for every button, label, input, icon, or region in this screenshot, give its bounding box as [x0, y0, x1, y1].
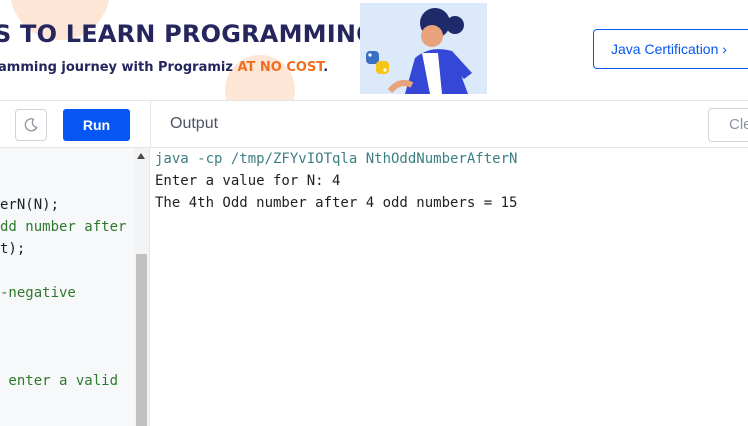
moon-icon	[24, 118, 38, 132]
panel-divider[interactable]	[150, 101, 151, 148]
output-title: Output	[170, 115, 219, 132]
code-line[interactable]: t);	[0, 238, 25, 260]
banner-subtitle: amming journey with Programiz AT NO COST…	[0, 60, 328, 75]
banner-subtitle-end: .	[323, 60, 329, 75]
run-button[interactable]: Run	[63, 109, 130, 141]
java-certification-button[interactable]: Java Certification ›	[593, 29, 748, 69]
ad-banner[interactable]: S TO LEARN PROGRAMMING? amming journey w…	[0, 0, 748, 100]
scroll-up-arrow-icon[interactable]	[137, 153, 145, 159]
code-line[interactable]: dd number after	[0, 216, 126, 238]
programmer-illustration	[360, 3, 487, 94]
clear-button[interactable]: Cle	[708, 108, 748, 142]
theme-toggle-button[interactable]	[15, 109, 47, 141]
banner-illustration	[360, 3, 487, 94]
banner-subtitle-text: amming journey with Programiz	[0, 60, 238, 75]
banner-title: S TO LEARN PROGRAMMING?	[0, 20, 391, 48]
output-panel: java -cp /tmp/ZFYvIOTqla NthOddNumberAft…	[151, 148, 748, 426]
scrollbar-thumb[interactable]	[136, 254, 147, 426]
output-line: Enter a value for N: 4	[155, 173, 341, 189]
code-line[interactable]: enter a valid	[0, 370, 118, 392]
code-line[interactable]: -negative	[0, 282, 76, 304]
toolbar: Run Output Cle	[0, 100, 748, 148]
banner-subtitle-highlight: AT NO COST	[237, 60, 324, 75]
code-line[interactable]: erN(N);	[0, 194, 59, 216]
output-line: The 4th Odd number after 4 odd numbers =…	[155, 195, 518, 211]
editor-scrollbar[interactable]	[134, 148, 149, 426]
output-command: java -cp /tmp/ZFYvIOTqla NthOddNumberAft…	[155, 151, 518, 167]
code-editor[interactable]: erN(N); dd number after t); -negative enter…	[0, 148, 150, 426]
